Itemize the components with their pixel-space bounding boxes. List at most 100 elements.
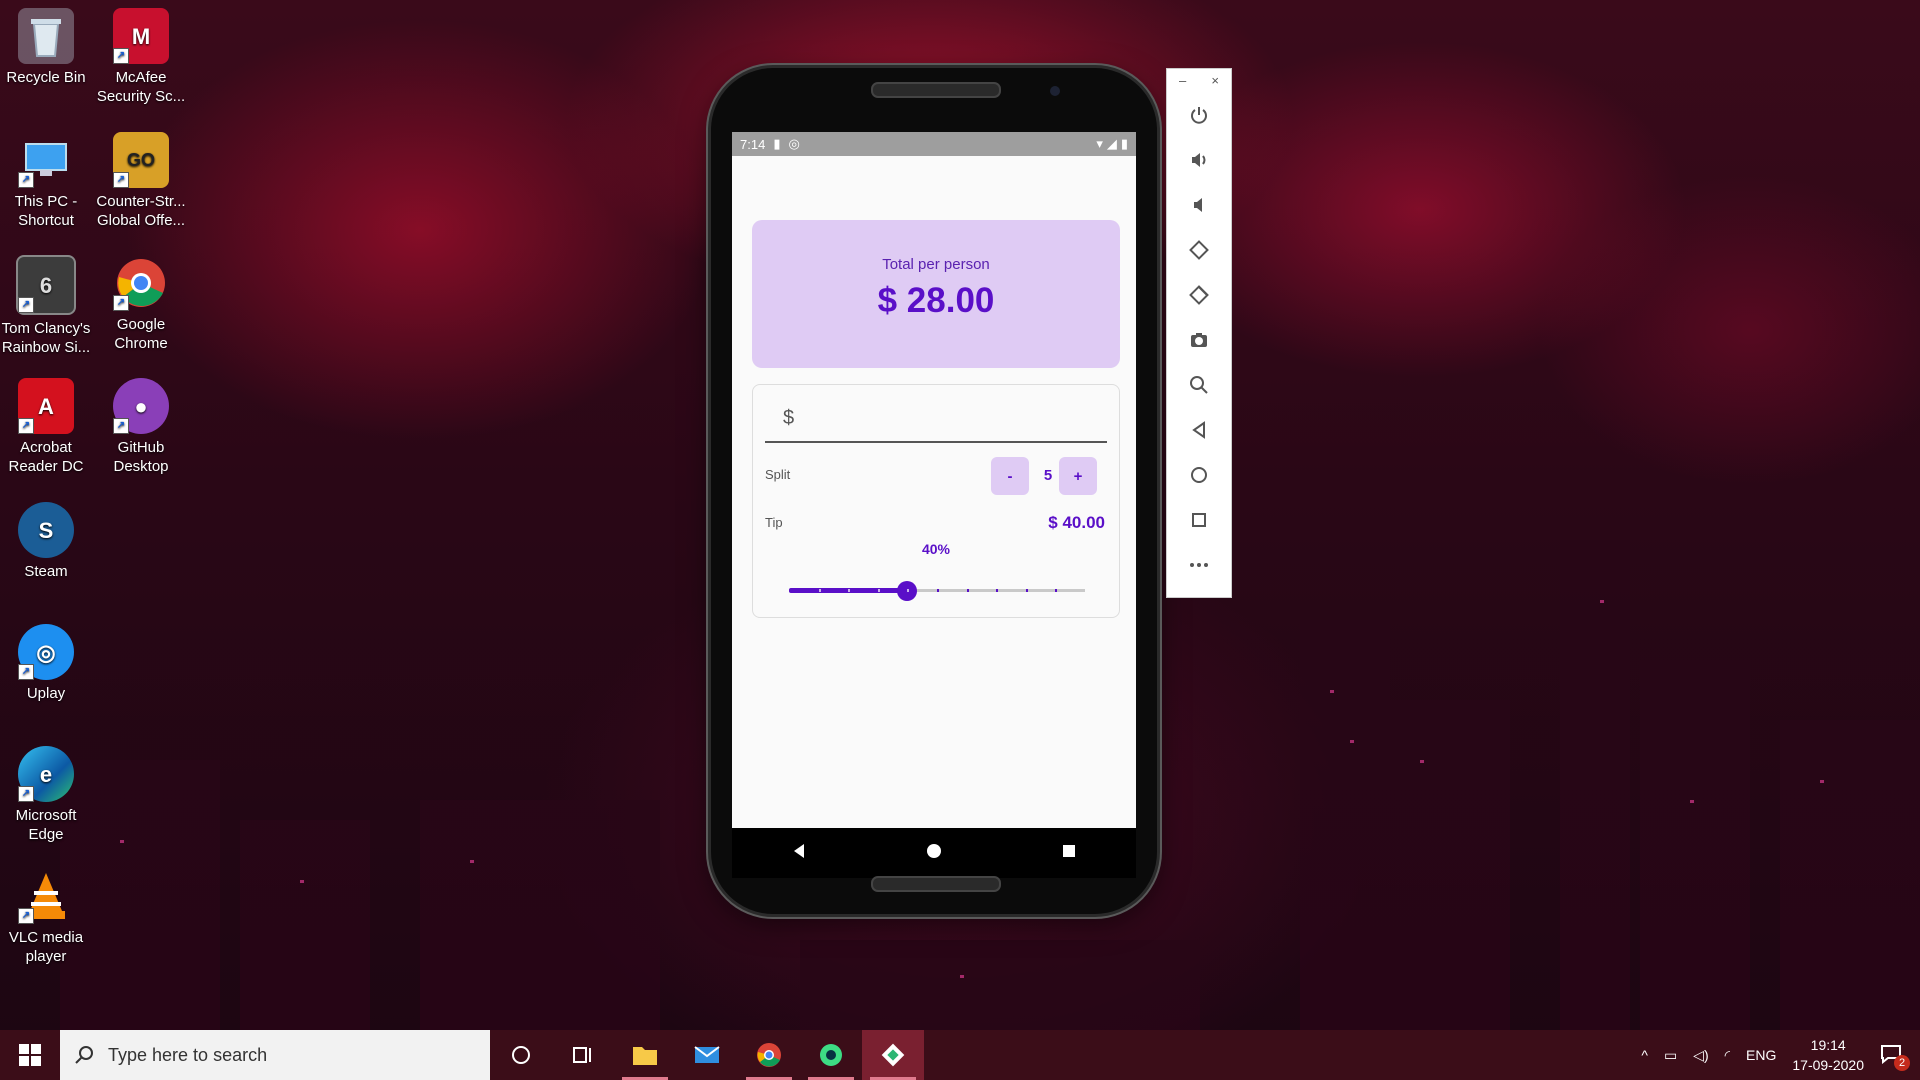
computer-icon: ↗ <box>18 132 74 188</box>
volume-up-button[interactable] <box>1167 137 1231 182</box>
nav-overview-button[interactable] <box>1061 843 1077 864</box>
cortana-button[interactable] <box>490 1030 552 1080</box>
split-increment-button[interactable]: + <box>1059 457 1097 495</box>
desktop-icon-label: Tom Clancy's Rainbow Si... <box>1 320 91 356</box>
clock[interactable]: 19:14 17-09-2020 <box>1792 1035 1864 1075</box>
tip-slider-tick <box>967 589 969 592</box>
emulator-control-panel: – × <box>1166 68 1232 598</box>
split-value: 5 <box>1043 467 1053 484</box>
desktop-icon-edge[interactable]: e ↗ Microsoft Edge <box>0 746 92 844</box>
edge-icon: e ↗ <box>18 746 74 802</box>
language-indicator[interactable]: ENG <box>1746 1047 1776 1063</box>
clock-date: 17-09-2020 <box>1792 1057 1864 1073</box>
camera-icon <box>1191 332 1207 347</box>
signal-icon: ◢ <box>1106 136 1117 151</box>
desktop-icon-label: Microsoft Edge <box>15 807 77 843</box>
volume-icon[interactable]: ◁) <box>1693 1047 1708 1064</box>
steam-icon: S <box>18 502 74 558</box>
emulator-close-button[interactable]: × <box>1211 73 1219 88</box>
desktop-icon-label: Recycle Bin <box>6 69 86 86</box>
desktop-icon-label: Counter-Str... Global Offe... <box>96 193 186 229</box>
desktop-icon-label: McAfee Security Sc... <box>96 69 186 105</box>
task-view-button[interactable] <box>552 1030 614 1080</box>
home-icon <box>1191 466 1207 483</box>
tip-slider-tick <box>819 589 821 592</box>
acrobat-icon: A ↗ <box>18 378 74 434</box>
back-icon <box>1192 420 1205 439</box>
cortana-icon <box>512 1046 530 1064</box>
folder-icon <box>633 1047 657 1065</box>
android-studio-icon <box>820 1044 842 1066</box>
emulator-more-button[interactable] <box>1167 542 1231 587</box>
desktop-icon-recycle-bin[interactable]: Recycle Bin <box>0 8 92 87</box>
rotate-left-button[interactable] <box>1167 227 1231 272</box>
battery-icon[interactable]: ▭ <box>1664 1047 1677 1064</box>
chrome-icon: ↗ <box>113 255 169 311</box>
total-per-person-label: Total per person <box>882 256 990 273</box>
wifi-icon[interactable]: ◜ <box>1725 1047 1730 1064</box>
tip-slider-tick <box>1026 589 1028 592</box>
github-icon: ● ↗ <box>113 378 169 434</box>
emulator-taskbar-button[interactable] <box>862 1030 924 1080</box>
overview-icon <box>1192 512 1206 527</box>
desktop-icon-github[interactable]: ● ↗ GitHub Desktop <box>95 378 187 476</box>
emulator-minimize-button[interactable]: – <box>1179 73 1186 88</box>
taskbar: Type here to search ^ ▭ ◁) ◜ ENG 19:14 1… <box>0 1030 1920 1080</box>
chrome-taskbar-button[interactable] <box>738 1030 800 1080</box>
rainbow-six-icon: 6 ↗ <box>16 255 76 315</box>
nav-back-button[interactable] <box>791 843 807 864</box>
bill-amount-input[interactable] <box>765 385 1107 443</box>
tip-slider-tick <box>907 589 909 592</box>
chrome-icon <box>757 1043 781 1067</box>
total-per-person-amount: $ 28.00 <box>877 281 995 320</box>
bill-form-card: $ Split - 5 + Tip $ 40.00 40% <box>752 384 1120 618</box>
tip-slider-tick <box>996 589 998 592</box>
screenshot-button[interactable] <box>1167 317 1231 362</box>
android-nav-bar <box>732 828 1136 878</box>
clock-time: 19:14 <box>1810 1037 1846 1053</box>
tip-slider[interactable] <box>789 581 1085 601</box>
start-button[interactable] <box>0 1030 60 1080</box>
mail-button[interactable] <box>676 1030 738 1080</box>
phone-bottom-speaker <box>871 876 1001 892</box>
total-per-person-card: Total per person $ 28.00 <box>752 220 1120 368</box>
android-studio-button[interactable] <box>800 1030 862 1080</box>
desktop-icon-csgo[interactable]: GO ↗ Counter-Str... Global Offe... <box>95 132 187 230</box>
notification-count-badge: 2 <box>1894 1054 1910 1071</box>
desktop-icon-uplay[interactable]: ◎ ↗ Uplay <box>0 624 92 703</box>
nav-home-button[interactable] <box>926 843 942 864</box>
file-explorer-button[interactable] <box>614 1030 676 1080</box>
desktop-icon-mcafee[interactable]: M ↗ McAfee Security Sc... <box>95 8 187 106</box>
emulator-home-button[interactable] <box>1167 452 1231 497</box>
power-button[interactable] <box>1167 92 1231 137</box>
split-label: Split <box>765 467 791 482</box>
chevron-up-icon[interactable]: ^ <box>1641 1047 1648 1063</box>
notification-button[interactable]: 2 <box>1880 1044 1910 1071</box>
emulator-panel-titlebar: – × <box>1167 69 1231 92</box>
desktop-icon-label: Uplay <box>26 685 66 702</box>
rotate-right-button[interactable] <box>1167 272 1231 317</box>
desktop-icon-rainbow-six[interactable]: 6 ↗ Tom Clancy's Rainbow Si... <box>0 255 92 357</box>
zoom-button[interactable] <box>1167 362 1231 407</box>
battery-icon: ▮ <box>1120 136 1128 151</box>
phone-emulator: 7:14 ▮ ◎ ▾ ◢ ▮ Total per person $ 28.00 … <box>711 68 1157 914</box>
volume-down-button[interactable] <box>1167 182 1231 227</box>
search-placeholder: Type here to search <box>108 1044 268 1065</box>
taskbar-search-box[interactable]: Type here to search <box>60 1030 490 1080</box>
desktop-icon-label: This PC - Shortcut <box>14 193 78 229</box>
desktop-icon-steam[interactable]: S Steam <box>0 502 92 581</box>
desktop-icon-label: Google Chrome <box>114 316 168 352</box>
uplay-icon: ◎ ↗ <box>18 624 74 680</box>
emulator-overview-button[interactable] <box>1167 497 1231 542</box>
status-bar: 7:14 ▮ ◎ ▾ ◢ ▮ <box>732 132 1136 156</box>
desktop-icon-this-pc[interactable]: ↗ This PC - Shortcut <box>0 132 92 230</box>
csgo-icon: GO ↗ <box>113 132 169 188</box>
split-decrement-button[interactable]: - <box>991 457 1029 495</box>
rotate-left-icon <box>1189 239 1209 260</box>
desktop-icon-label: Steam <box>24 563 68 580</box>
emulator-back-button[interactable] <box>1167 407 1231 452</box>
desktop-icon-chrome[interactable]: ↗ Google Chrome <box>95 255 187 353</box>
desktop-icon-vlc[interactable]: ↗ VLC media player <box>0 868 92 966</box>
desktop-icon-acrobat[interactable]: A ↗ Acrobat Reader DC <box>0 378 92 476</box>
system-tray: ^ ▭ ◁) ◜ ENG 19:14 17-09-2020 2 <box>1641 1035 1920 1075</box>
